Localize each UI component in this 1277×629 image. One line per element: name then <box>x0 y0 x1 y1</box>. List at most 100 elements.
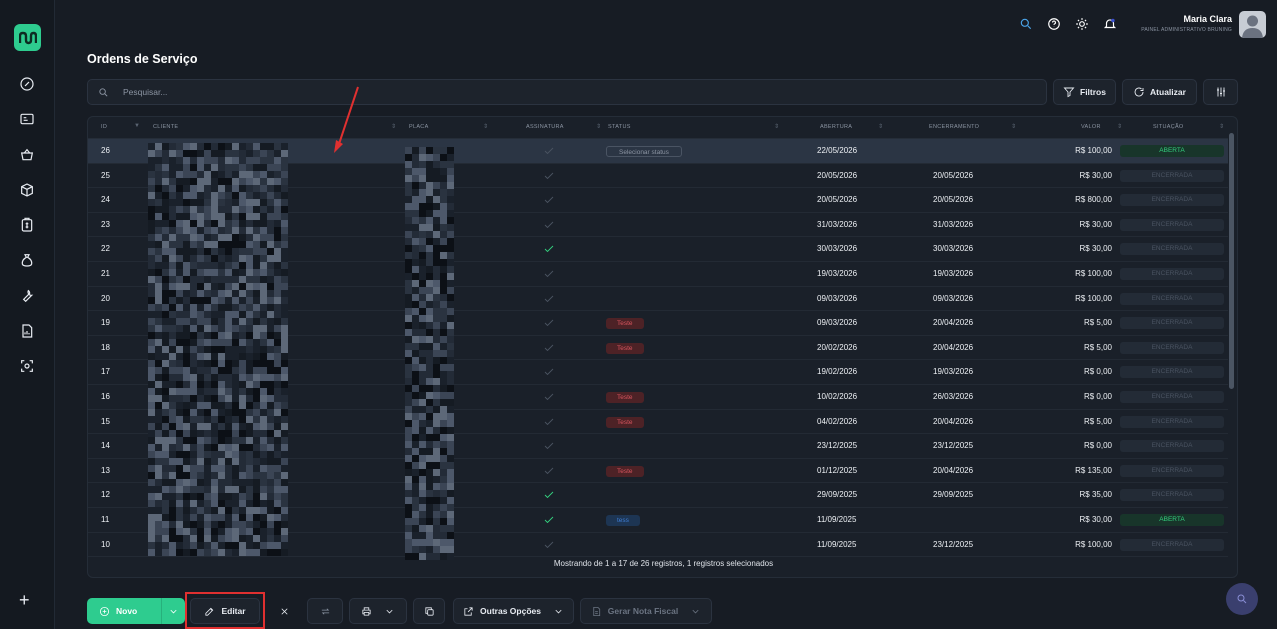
cell-value: R$ 100,00 <box>1075 269 1112 278</box>
generate-invoice-button[interactable]: Gerar Nota Fiscal <box>580 598 712 624</box>
cell-closed-date: 23/12/2025 <box>933 441 974 451</box>
cell-opened-date: 11/09/2025 <box>817 515 857 524</box>
sort-icon[interactable]: ⇕ <box>1219 123 1224 130</box>
chevron-down-icon[interactable] <box>384 606 395 617</box>
sort-icon[interactable]: ⇕ <box>483 123 488 130</box>
search-box[interactable] <box>87 79 1047 105</box>
sort-icon[interactable]: ⇕ <box>774 123 779 130</box>
status-select[interactable]: Selecionar status <box>606 146 682 157</box>
status-badge: Teste <box>606 416 644 428</box>
column-header-status[interactable]: STATUS <box>608 124 631 130</box>
filters-button[interactable]: Filtros <box>1053 79 1116 105</box>
notification-bell-icon[interactable] <box>1102 16 1118 32</box>
cell-closed-date: 19/03/2026 <box>933 367 974 377</box>
search-input[interactable] <box>123 80 1023 104</box>
duplicate-button[interactable] <box>413 598 445 624</box>
floating-search-button[interactable] <box>1226 583 1258 615</box>
signature-check-icon <box>543 533 555 557</box>
sort-icon[interactable]: ⇕ <box>596 123 601 130</box>
signature-check-icon <box>543 213 555 237</box>
cell-value: R$ 30,00 <box>1079 219 1112 229</box>
situation-badge: ENCERRADA <box>1120 194 1224 207</box>
cell-id: 14 <box>101 441 110 451</box>
sort-icon[interactable]: ⇕ <box>878 123 883 130</box>
column-header-value[interactable]: VALOR <box>1081 124 1101 130</box>
scan-icon[interactable] <box>18 357 36 375</box>
cell-id: 20 <box>101 293 110 303</box>
money-bag-icon[interactable] <box>18 251 36 269</box>
id-card-icon[interactable] <box>18 110 36 128</box>
sort-icon[interactable]: ⇕ <box>1011 123 1016 130</box>
column-header-closed[interactable]: ENCERRAMENTO <box>929 124 979 130</box>
basket-icon[interactable] <box>18 146 36 164</box>
help-icon[interactable] <box>1046 16 1062 32</box>
cell-closed-date: 20/04/2026 <box>933 342 974 352</box>
add-icon[interactable]: + <box>19 591 30 609</box>
situation-badge: ENCERRADA <box>1120 292 1224 305</box>
signature-check-icon <box>543 360 555 384</box>
sort-icon[interactable]: ⇕ <box>391 123 396 130</box>
filter-icon <box>1063 87 1075 98</box>
cell-value: R$ 0,00 <box>1083 392 1112 401</box>
column-header-signature[interactable]: ASSINATURA <box>526 124 564 130</box>
signature-check-icon <box>543 483 555 507</box>
cell-id: 23 <box>101 219 110 229</box>
search-field-icon <box>99 88 108 97</box>
sort-icon[interactable]: ⇕ <box>1117 123 1122 130</box>
search-icon[interactable] <box>1018 16 1034 32</box>
more-options-button[interactable]: Outras Opções <box>453 598 574 624</box>
cell-closed-date: 19/03/2026 <box>933 269 974 278</box>
refresh-button[interactable]: Atualizar <box>1122 79 1197 105</box>
signature-check-icon <box>543 237 555 261</box>
column-header-situation[interactable]: SITUAÇÃO <box>1153 124 1184 130</box>
situation-badge: ENCERRADA <box>1120 489 1224 502</box>
new-dropdown-toggle[interactable] <box>161 598 185 624</box>
cell-value: R$ 35,00 <box>1079 490 1112 500</box>
print-button[interactable] <box>349 598 407 624</box>
box-icon[interactable] <box>18 181 36 199</box>
situation-badge: ABERTA <box>1120 145 1224 157</box>
cell-id: 11 <box>101 515 110 524</box>
sidebar: + <box>0 0 55 629</box>
avatar[interactable] <box>1239 11 1266 38</box>
cell-opened-date: 31/03/2026 <box>817 219 858 229</box>
cell-value: R$ 5,00 <box>1083 342 1112 352</box>
columns-settings-button[interactable] <box>1203 79 1238 105</box>
transfer-button[interactable] <box>307 598 343 624</box>
chevron-down-icon <box>170 609 177 613</box>
cell-id: 12 <box>101 490 110 500</box>
page-title: Ordens de Serviço <box>87 52 198 66</box>
report-icon[interactable] <box>18 322 36 340</box>
app-logo[interactable] <box>14 24 41 51</box>
wrench-icon[interactable] <box>18 287 36 305</box>
cell-value: R$ 100,00 <box>1075 539 1112 549</box>
situation-badge: ENCERRADA <box>1120 366 1224 379</box>
new-button[interactable]: Novo <box>87 598 185 624</box>
column-header-client[interactable]: CLIENTE <box>153 124 178 130</box>
scrollbar-thumb[interactable] <box>1229 133 1234 389</box>
cell-value: R$ 5,00 <box>1083 416 1112 426</box>
redacted-client-column <box>148 143 288 556</box>
column-header-id[interactable]: ID <box>101 124 107 130</box>
cell-closed-date: 23/12/2025 <box>933 539 974 549</box>
column-header-opened[interactable]: ABERTURA <box>820 124 852 130</box>
theme-sun-icon[interactable] <box>1074 16 1090 32</box>
sort-desc-icon[interactable]: ▼ <box>134 123 140 129</box>
cell-opened-date: 19/03/2026 <box>817 269 858 278</box>
cell-opened-date: 22/05/2026 <box>817 146 858 155</box>
cell-id: 15 <box>101 416 110 426</box>
situation-badge: ENCERRADA <box>1120 538 1224 551</box>
refresh-label: Atualizar <box>1150 87 1186 97</box>
cell-opened-date: 01/12/2025 <box>817 465 858 475</box>
cell-closed-date: 26/03/2026 <box>933 392 974 401</box>
dashboard-icon[interactable] <box>18 75 36 93</box>
clipboard-dollar-icon[interactable] <box>18 216 36 234</box>
table-scrollbar[interactable] <box>1229 125 1234 550</box>
signature-check-icon <box>543 434 555 458</box>
cell-id: 25 <box>101 170 110 180</box>
signature-check-icon <box>543 508 555 532</box>
column-header-plate[interactable]: PLACA <box>409 124 429 130</box>
cell-value: R$ 0,00 <box>1083 367 1112 377</box>
cell-closed-date: 20/05/2026 <box>933 170 974 180</box>
cancel-button[interactable] <box>268 598 300 624</box>
